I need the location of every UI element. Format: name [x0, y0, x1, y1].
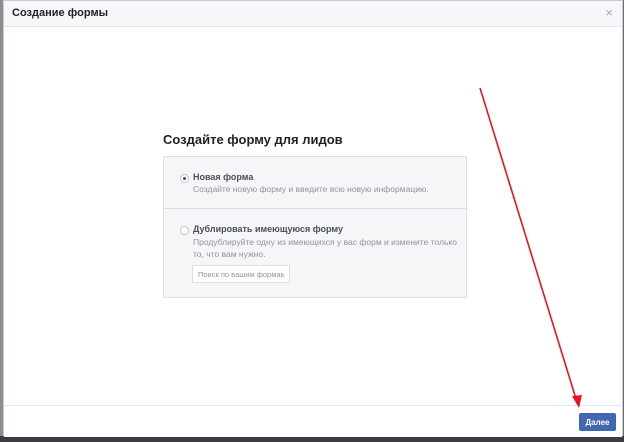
option-new-form-description: Создайте новую форму и введите всю новую… [193, 184, 429, 194]
option-new-form[interactable]: Новая форма Создайте новую форму и введи… [164, 157, 466, 209]
option-duplicate-form-title: Дублировать имеющуюся форму [193, 224, 343, 234]
form-options-box: Новая форма Создайте новую форму и введи… [163, 156, 467, 298]
dialog-title: Создание формы [12, 7, 108, 19]
radio-new-form[interactable] [180, 174, 189, 183]
search-forms-input[interactable] [192, 265, 290, 283]
close-icon[interactable]: × [602, 5, 616, 21]
radio-selected-dot [183, 177, 186, 180]
dialog-footer: Далее [4, 405, 622, 437]
content-title: Создайте форму для лидов [163, 132, 343, 147]
dialog-header: Создание формы × [4, 1, 622, 27]
next-button[interactable]: Далее [579, 413, 616, 431]
radio-duplicate-form[interactable] [180, 226, 189, 235]
option-new-form-title: Новая форма [193, 172, 254, 182]
option-duplicate-form[interactable]: Дублировать имеющуюся форму Продублируйт… [164, 209, 466, 299]
create-form-dialog: Создание формы × Создайте форму для лидо… [3, 0, 623, 437]
option-duplicate-form-description: Продублируйте одну из имеющихся у вас фо… [193, 237, 457, 259]
